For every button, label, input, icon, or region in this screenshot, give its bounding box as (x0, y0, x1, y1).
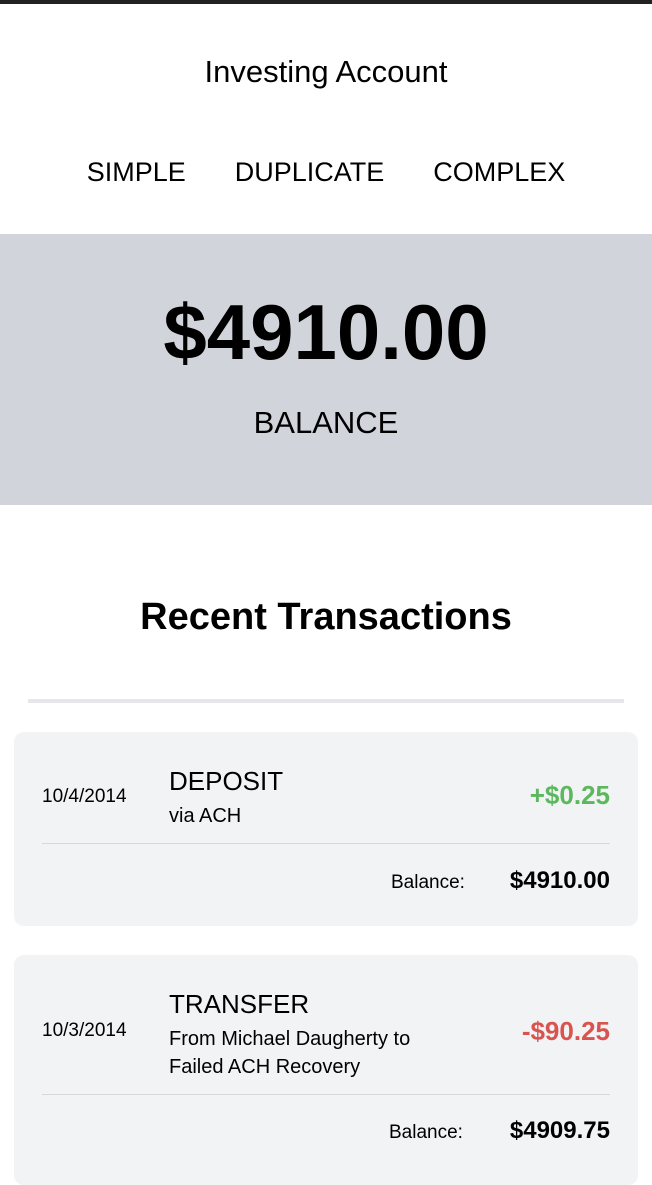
page-title: Investing Account (204, 54, 448, 89)
recent-transactions-title: Recent Transactions (140, 596, 512, 638)
transaction-card[interactable]: 10/3/2014 TRANSFER From Michael Daughert… (14, 955, 638, 1185)
transaction-divider (42, 843, 610, 844)
transaction-type: TRANSFER (169, 989, 310, 1019)
transaction-date: 10/4/2014 (42, 786, 127, 807)
balance-label: BALANCE (253, 405, 399, 440)
transaction-card[interactable]: 10/4/2014 DEPOSIT via ACH +$0.25 Balance… (14, 732, 638, 926)
tab-bar: SIMPLE DUPLICATE COMPLEX (0, 156, 652, 188)
transaction-description: From Michael Daugherty to Failed ACH Rec… (169, 1028, 411, 1078)
transaction-amount: +$0.25 (529, 780, 610, 810)
transaction-divider (42, 1094, 610, 1095)
tab-complex[interactable]: COMPLEX (433, 156, 565, 188)
tab-simple[interactable]: SIMPLE (87, 156, 186, 188)
section-divider (28, 699, 624, 703)
transaction-amount: -$90.25 (521, 1016, 610, 1046)
transaction-description: via ACH (169, 805, 242, 827)
transaction-balance-label: Balance: (391, 872, 465, 893)
tab-duplicate[interactable]: DUPLICATE (235, 156, 385, 188)
transaction-balance-value: $4910.00 (509, 867, 610, 894)
balance-amount: $4910.00 (163, 288, 489, 376)
transaction-balance-label: Balance: (389, 1122, 463, 1143)
transaction-balance-value: $4909.75 (509, 1117, 610, 1144)
header: Investing Account SIMPLE DUPLICATE COMPL… (0, 4, 652, 234)
transaction-type: DEPOSIT (169, 766, 284, 796)
transaction-date: 10/3/2014 (42, 1020, 127, 1041)
